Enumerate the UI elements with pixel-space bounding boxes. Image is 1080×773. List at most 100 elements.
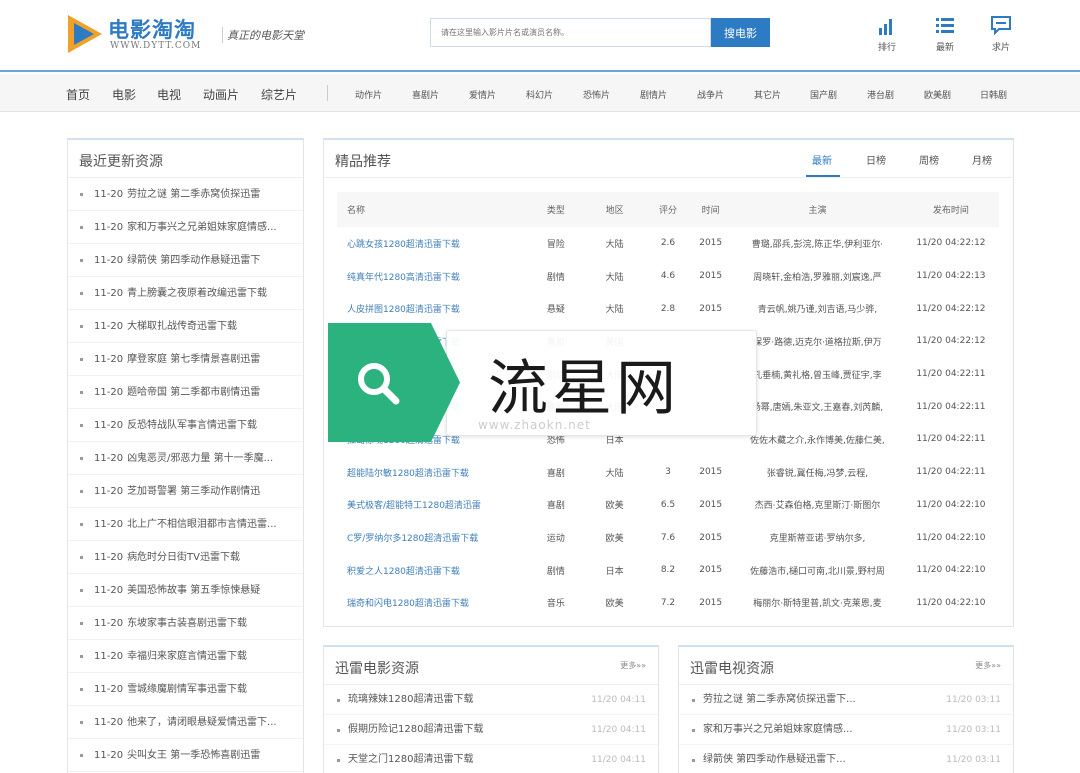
table-row[interactable]: 美式极客/超能特工1280超清迅雷 喜剧 欧美 6.5 2015 杰西·艾森伯格,克里斯汀…	[337, 489, 999, 522]
list-item[interactable]: 天堂之门1280超清迅雷下载 11/20 04:11	[324, 745, 658, 773]
list-item[interactable]: 琉璃辣妹1280超清迅雷下载 11/20 04:11	[324, 685, 658, 715]
item-title[interactable]: 凶鬼恶灵/邪恶力量 第十一季魔...	[127, 453, 273, 464]
list-item[interactable]: 11-20 东坡家事古装喜剧迅雷下载	[68, 607, 303, 640]
cell-name[interactable]: 超能陆尔敏1280超清迅雷下载	[337, 456, 529, 489]
item-title[interactable]: 劳拉之谜 第二季赤窝侦探迅雷下...	[703, 694, 856, 705]
list-item[interactable]: 11-20 绿箭侠 第四季动作悬疑迅雷下	[68, 244, 303, 277]
tab-daily[interactable]: 日榜	[866, 152, 886, 167]
nav-movies[interactable]: 电影	[112, 86, 136, 103]
table-row[interactable]: 超能陆尔敏1280超清迅雷下载 喜剧 大陆 3 2015 张睿锐,冀任梅,冯梦,云程, 11…	[337, 456, 999, 489]
list-item[interactable]: 11-20 家和万事兴之兄弟姐妹家庭情感...	[68, 211, 303, 244]
item-title[interactable]: 尖叫女王 第一季恐怖喜剧迅雷	[127, 750, 260, 761]
search-input[interactable]	[430, 18, 711, 47]
list-item[interactable]: 家和万事兴之兄弟姐妹家庭情感... 11/20 03:11	[679, 715, 1013, 745]
search-button[interactable]: 搜电影	[711, 18, 770, 47]
list-item[interactable]: 11-20 北上广不相信眼泪都市言情迅雷...	[68, 508, 303, 541]
item-title[interactable]: 摩登家庭 第七季情景喜剧迅雷	[127, 354, 260, 365]
item-title[interactable]: 家和万事兴之兄弟姐妹家庭情感...	[703, 724, 853, 735]
nav-sub-mainland[interactable]: 国产剧	[810, 88, 837, 101]
nav-animation[interactable]: 动画片	[203, 86, 239, 103]
nav-tv[interactable]: 电视	[157, 86, 181, 103]
item-title[interactable]: 幸福归来家庭言情迅雷下载	[127, 651, 247, 662]
nav-sub-scifi[interactable]: 科幻片	[526, 88, 553, 101]
list-item[interactable]: 11-20 题哈帝国 第二季都市剧情迅雷	[68, 376, 303, 409]
nav-sub-romance[interactable]: 爱情片	[469, 88, 496, 101]
item-date: 11-20	[94, 684, 124, 695]
nav-sub-jpkr[interactable]: 日韩剧	[980, 88, 1007, 101]
item-title[interactable]: 病危时分日街TV迅雷下载	[127, 552, 240, 563]
nav-sub-action[interactable]: 动作片	[355, 88, 382, 101]
cell-name[interactable]: 瑞奇和闪电1280超清迅雷下载	[337, 587, 529, 620]
cell-year: 2015	[699, 271, 723, 282]
list-item[interactable]: 11-20 美国恐怖故事 第五季惊悚悬疑	[68, 574, 303, 607]
item-title[interactable]: 假期历险记1280超清迅雷下载	[348, 724, 483, 735]
nav-sub-horror[interactable]: 恐怖片	[583, 88, 610, 101]
cell-type: 音乐	[546, 599, 565, 610]
table-row[interactable]: 心跳女孩1280超清迅雷下载 冒险 大陆 2.6 2015 曹璐,邵兵,彭浣,陈正华,伊利…	[337, 227, 999, 260]
list-item[interactable]: 11-20 摩登家庭 第七季情景喜剧迅雷	[68, 343, 303, 376]
cell-name[interactable]: C罗/罗纳尔多1280超清迅雷下载	[337, 521, 529, 554]
list-item[interactable]: 11-20 反恐特战队军事言情迅雷下载	[68, 409, 303, 442]
item-title[interactable]: 绿箭侠 第四季动作悬疑迅雷下...	[703, 754, 846, 765]
cell-name[interactable]: 心跳女孩1280超清迅雷下载	[337, 227, 529, 260]
tab-latest[interactable]: 最新	[812, 152, 832, 167]
list-item[interactable]: 11-20 芝加哥警署 第三季动作剧情迅	[68, 475, 303, 508]
list-item[interactable]: 劳拉之谜 第二季赤窝侦探迅雷下... 11/20 03:11	[679, 685, 1013, 715]
list-item[interactable]: 11-20 凶鬼恶灵/邪恶力量 第十一季魔...	[68, 442, 303, 475]
movies-more-link[interactable]: 更多»»	[620, 660, 646, 671]
request-link[interactable]: 求片	[981, 14, 1021, 53]
item-title[interactable]: 青上膀囊之夜原着改编迅雷下载	[127, 288, 267, 299]
list-item[interactable]: 11-20 幸福归来家庭言情迅雷下载	[68, 640, 303, 673]
tab-weekly[interactable]: 周榜	[919, 152, 939, 167]
nav-sub-other[interactable]: 其它片	[754, 88, 781, 101]
nav-sub-comedy[interactable]: 喜剧片	[412, 88, 439, 101]
list-item[interactable]: 11-20 病危时分日街TV迅雷下载	[68, 541, 303, 574]
latest-link[interactable]: 最新	[925, 14, 965, 53]
nav-sub-drama[interactable]: 剧情片	[640, 88, 667, 101]
item-title[interactable]: 大梯取扎战传奇迅雷下载	[127, 321, 237, 332]
nav-sub-hktw[interactable]: 港台剧	[867, 88, 894, 101]
item-title[interactable]: 绿箭侠 第四季动作悬疑迅雷下	[127, 255, 260, 266]
list-item[interactable]: 11-20 劳拉之谜 第二季赤窝侦探迅雷	[68, 178, 303, 211]
cell-name[interactable]: 美式极客/超能特工1280超清迅雷	[337, 489, 529, 522]
list-item[interactable]: 11-20 大梯取扎战传奇迅雷下载	[68, 310, 303, 343]
list-item[interactable]: 11-20 青上膀囊之夜原着改编迅雷下载	[68, 277, 303, 310]
list-item[interactable]: 11-20 尖叫女王 第一季恐怖喜剧迅雷	[68, 739, 303, 772]
item-title[interactable]: 东坡家事古装喜剧迅雷下载	[127, 618, 247, 629]
table-row[interactable]: C罗/罗纳尔多1280超清迅雷下载 运动 欧美 7.6 2015 克里斯蒂亚诺·罗纳尔多,…	[337, 521, 999, 554]
item-title[interactable]: 琉璃辣妹1280超清迅雷下载	[348, 694, 473, 705]
table-row[interactable]: 瑞奇和闪电1280超清迅雷下载 音乐 欧美 7.2 2015 梅丽尔·斯特里普,凯文·克莱…	[337, 587, 999, 620]
cell-name[interactable]: 纯真年代1280高清迅雷下载	[337, 260, 529, 293]
item-title[interactable]: 家和万事兴之兄弟姐妹家庭情感...	[127, 222, 277, 233]
item-title[interactable]: 芝加哥警署 第三季动作剧情迅	[127, 486, 260, 497]
list-item[interactable]: 11-20 雪城缘魔剧情军事迅雷下载	[68, 673, 303, 706]
list-item[interactable]: 11-20 他来了，请闭眼悬疑爱情迅雷下...	[68, 706, 303, 739]
item-date: 11/20 04:11	[591, 695, 646, 705]
item-title[interactable]: 雪城缘魔剧情军事迅雷下载	[127, 684, 247, 695]
item-title[interactable]: 劳拉之谜 第二季赤窝侦探迅雷	[127, 189, 260, 200]
item-title[interactable]: 美国恐怖故事 第五季惊悚悬疑	[127, 585, 260, 596]
cell-name[interactable]: 积爱之人1280超清迅雷下载	[337, 554, 529, 587]
list-item[interactable]: 假期历险记1280超清迅雷下载 11/20 04:11	[324, 715, 658, 745]
tv-more-link[interactable]: 更多»»	[975, 660, 1001, 671]
tab-monthly[interactable]: 月榜	[972, 152, 992, 167]
item-title[interactable]: 反恐特战队军事言情迅雷下载	[127, 420, 257, 431]
nav-sub-war[interactable]: 战争片	[697, 88, 724, 101]
logo-play-icon[interactable]	[68, 15, 102, 53]
cell-published: 11/20 04:22:10	[916, 597, 986, 608]
list-item[interactable]: 绿箭侠 第四季动作悬疑迅雷下... 11/20 03:11	[679, 745, 1013, 773]
logo-title[interactable]: 电影淘淘	[108, 14, 196, 44]
nav-sub-western[interactable]: 欧美剧	[924, 88, 951, 101]
nav-home[interactable]: 首页	[66, 86, 90, 103]
ranking-link[interactable]: 排行	[867, 14, 907, 53]
table-row[interactable]: 积爱之人1280超清迅雷下载 剧情 日本 8.2 2015 佐藤浩市,樋口可南,北川景,野…	[337, 554, 999, 587]
item-title[interactable]: 题哈帝国 第二季都市剧情迅雷	[127, 387, 260, 398]
table-row[interactable]: 纯真年代1280高清迅雷下载 剧情 大陆 4.6 2015 周晓轩,金柏浩,罗雅丽,刘宸逸…	[337, 260, 999, 293]
cell-name[interactable]: 人皮拼图1280超清迅雷下载	[337, 292, 529, 325]
nav-variety[interactable]: 综艺片	[261, 86, 297, 103]
item-title[interactable]: 他来了，请闭眼悬疑爱情迅雷下...	[127, 717, 277, 728]
table-row[interactable]: 人皮拼图1280超清迅雷下载 悬疑 大陆 2.8 2015 青云帆,姚乃谨,刘吉语,马少骅…	[337, 292, 999, 325]
item-title[interactable]: 天堂之门1280超清迅雷下载	[348, 754, 473, 765]
movies-list: 琉璃辣妹1280超清迅雷下载 11/20 04:11 假期历险记1280超清迅雷下载…	[324, 685, 658, 773]
item-title[interactable]: 北上广不相信眼泪都市言情迅雷...	[127, 519, 277, 530]
